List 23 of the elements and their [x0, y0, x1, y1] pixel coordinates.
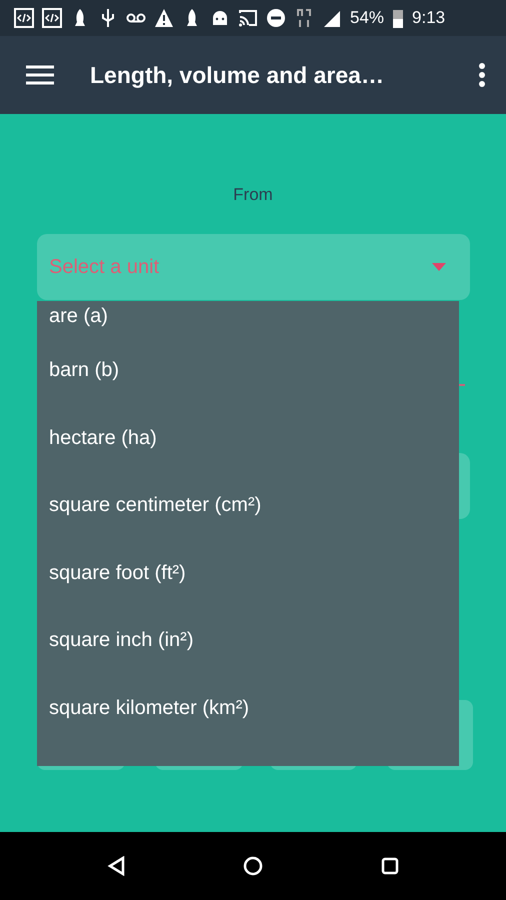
dropdown-item[interactable]: square kilometer (km²)	[49, 692, 250, 722]
back-icon[interactable]	[107, 856, 125, 876]
dropdown-item[interactable]: barn (b)	[49, 355, 120, 385]
battery-icon	[392, 8, 404, 28]
app-title: Length, volume and area…	[90, 60, 384, 90]
from-label: From	[233, 185, 273, 204]
warning-icon	[154, 8, 174, 28]
dropdown-item[interactable]: hectare (ha)	[49, 422, 157, 452]
dropdown-item[interactable]: are (a)	[49, 301, 108, 331]
home-icon[interactable]	[243, 856, 263, 876]
code-icon	[42, 8, 62, 28]
do-not-disturb-icon	[266, 8, 286, 28]
battery-level: 54%	[350, 7, 384, 30]
dropdown-item[interactable]: square foot (ft²)	[49, 558, 186, 588]
menu-icon[interactable]	[26, 64, 54, 86]
dropdown-item[interactable]: square inch (in²)	[49, 625, 194, 655]
dropdown-item[interactable]: square centimeter (cm²)	[49, 490, 262, 520]
cast-icon	[238, 8, 258, 28]
clock: 9:13	[412, 7, 446, 30]
dropdown-caret-icon	[432, 263, 446, 271]
more-options-icon[interactable]	[478, 62, 486, 88]
code-icon	[14, 8, 34, 28]
recents-icon[interactable]	[381, 857, 399, 875]
